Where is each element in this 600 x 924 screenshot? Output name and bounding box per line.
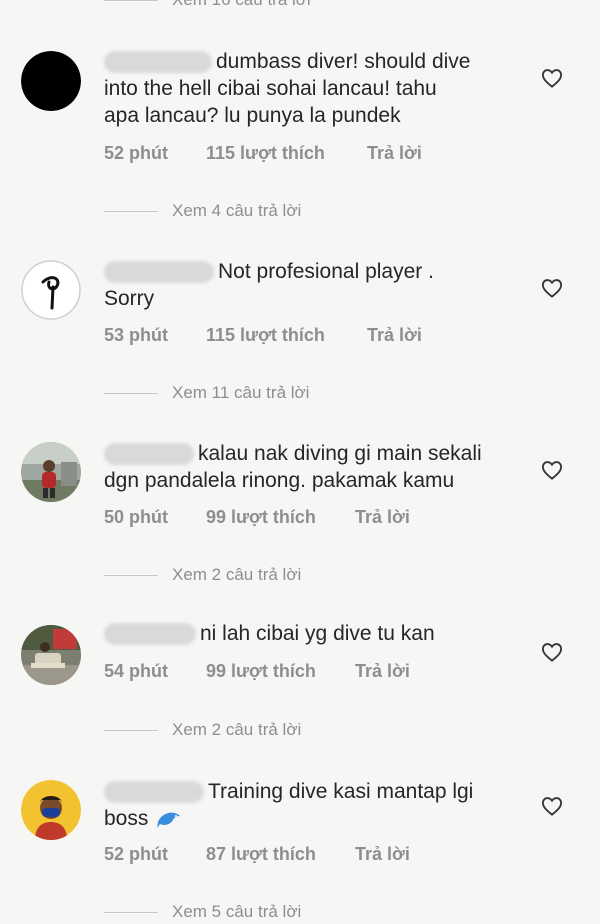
view-replies-label: Xem 4 câu trả lời: [172, 201, 302, 220]
username-blurred[interactable]: [104, 781, 204, 804]
comment-meta: 52 phút 115 lượt thích Trả lời: [104, 143, 422, 164]
username-blurred[interactable]: [104, 443, 194, 466]
like-heart-icon[interactable]: [541, 642, 563, 662]
comment-text: Training dive kasi mantap lgi boss: [104, 780, 474, 830]
view-replies-link[interactable]: Xem 11 câu trả lời: [104, 381, 309, 405]
comment-time: 50 phút: [104, 507, 169, 527]
view-replies-label: Xem 16 câu trả lời: [172, 0, 311, 10]
like-heart-icon[interactable]: [541, 796, 563, 816]
view-replies-link[interactable]: Xem 2 câu trả lời: [104, 563, 301, 587]
like-count[interactable]: 99 lượt thích: [206, 507, 355, 528]
username-blurred[interactable]: [104, 261, 214, 284]
comment-time: 53 phút: [104, 325, 169, 345]
like-count[interactable]: 115 lượt thích: [206, 143, 367, 164]
like-count[interactable]: 87 lượt thích: [206, 844, 355, 865]
comment-time: 54 phút: [104, 661, 169, 681]
username-blurred[interactable]: [104, 51, 212, 74]
avatar[interactable]: [21, 442, 81, 502]
divider-line: [104, 911, 158, 913]
avatar[interactable]: [21, 51, 81, 111]
comment-meta: 50 phút 99 lượt thích Trả lời: [104, 507, 410, 528]
divider-line: [104, 729, 158, 731]
divider-line: [104, 0, 158, 1]
divider-line: [104, 392, 158, 394]
like-heart-icon[interactable]: [541, 68, 563, 88]
avatar[interactable]: [21, 260, 81, 320]
like-count[interactable]: 99 lượt thích: [206, 661, 355, 682]
view-replies-label: Xem 11 câu trả lời: [172, 383, 310, 402]
divider-line: [104, 574, 158, 576]
comment-meta: 53 phút 115 lượt thích Trả lời: [104, 325, 422, 346]
comment-text: ni lah cibai yg dive tu kan: [104, 620, 514, 647]
comment-meta: 54 phút 99 lượt thích Trả lời: [104, 661, 410, 682]
username-blurred[interactable]: [104, 623, 196, 646]
reply-button[interactable]: Trả lời: [367, 325, 422, 346]
comment-text: dumbass diver! should dive into the hell…: [104, 50, 471, 127]
reply-button[interactable]: Trả lời: [367, 143, 422, 164]
comment-meta: 52 phút 87 lượt thích Trả lời: [104, 844, 410, 865]
comment-time: 52 phút: [104, 143, 169, 163]
divider-line: [104, 210, 158, 212]
view-replies-link[interactable]: Xem 16 câu trả lời: [104, 0, 311, 12]
comment-text: Not profesional player . Sorry: [104, 260, 434, 310]
like-count[interactable]: 115 lượt thích: [206, 325, 367, 346]
view-replies-link[interactable]: Xem 2 câu trả lời: [104, 718, 301, 742]
dolphin-emoji-icon: [156, 808, 182, 830]
view-replies-label: Xem 2 câu trả lời: [172, 565, 302, 584]
reply-button[interactable]: Trả lời: [355, 507, 410, 528]
reply-button[interactable]: Trả lời: [355, 844, 410, 865]
reply-button[interactable]: Trả lời: [355, 661, 410, 682]
comment-time: 52 phút: [104, 844, 169, 864]
like-heart-icon[interactable]: [541, 460, 563, 480]
view-replies-link[interactable]: Xem 4 câu trả lời: [104, 199, 301, 223]
view-replies-label: Xem 2 câu trả lời: [172, 720, 302, 739]
view-replies-link[interactable]: Xem 5 câu trả lời: [104, 900, 301, 924]
avatar[interactable]: [21, 625, 81, 685]
comment-text: kalau nak diving gi main sekali dgn pand…: [104, 442, 482, 492]
avatar[interactable]: [21, 780, 81, 840]
view-replies-label: Xem 5 câu trả lời: [172, 902, 302, 921]
like-heart-icon[interactable]: [541, 278, 563, 298]
